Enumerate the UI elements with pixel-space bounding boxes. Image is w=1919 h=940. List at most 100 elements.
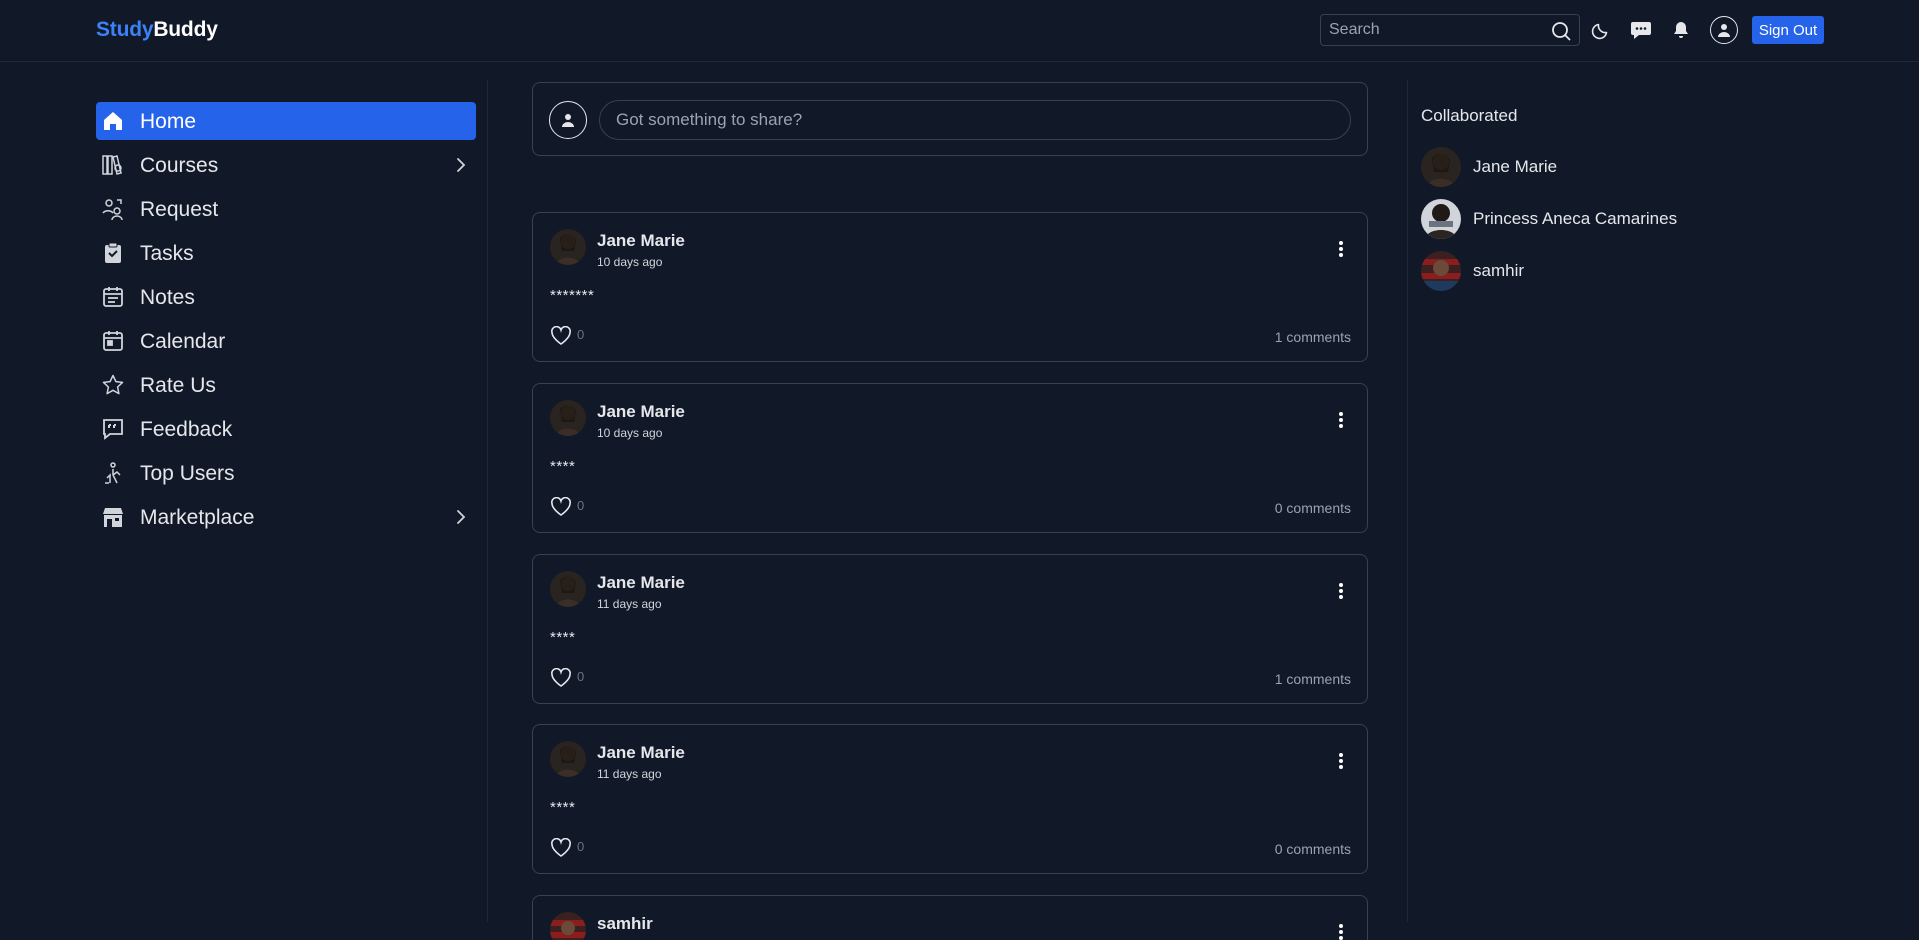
sidebar-item-top-users[interactable]: Top Users [96, 454, 476, 492]
collaborator-item[interactable]: Princess Aneca Camarines [1421, 199, 1821, 239]
heart-icon[interactable] [550, 837, 574, 858]
collaborator-item[interactable]: samhir [1421, 251, 1821, 291]
star-icon [101, 373, 125, 397]
comments-link[interactable]: 1 comments [1275, 329, 1351, 345]
post-author[interactable]: Jane Marie [597, 402, 685, 422]
sidebar-item-tasks[interactable]: Tasks [96, 234, 476, 272]
sidebar-item-label: Calendar [140, 330, 226, 353]
avatar[interactable] [550, 571, 586, 607]
sidebar-item-label: Top Users [140, 462, 235, 485]
store-icon [101, 505, 125, 529]
home-icon [101, 109, 125, 133]
like-count: 0 [577, 669, 585, 684]
sidebar-item-label: Notes [140, 286, 195, 309]
avatar [1421, 251, 1461, 291]
post-body: **** [550, 629, 576, 646]
sign-out-button[interactable]: Sign Out [1752, 16, 1824, 44]
tasks-icon [101, 241, 125, 265]
more-options-icon[interactable] [1331, 920, 1351, 940]
post-card: samhir [532, 895, 1368, 940]
post-body: **** [550, 799, 576, 816]
more-options-icon[interactable] [1331, 408, 1351, 432]
like-count: 0 [577, 498, 585, 513]
collaborated-title: Collaborated [1421, 106, 1518, 125]
sidebar-item-home[interactable]: Home [96, 102, 476, 140]
avatar[interactable] [550, 741, 586, 777]
top-users-icon [101, 461, 125, 485]
avatar [1421, 199, 1461, 239]
app-logo[interactable]: StudyBuddy [96, 18, 218, 42]
more-options-icon[interactable] [1331, 749, 1351, 773]
sidebar-item-marketplace[interactable]: Marketplace [96, 498, 476, 536]
composer-input[interactable] [599, 100, 1351, 140]
search-icon[interactable] [1551, 21, 1571, 41]
moon-icon[interactable] [1588, 17, 1614, 43]
post-author[interactable]: samhir [597, 914, 653, 934]
post-author[interactable]: Jane Marie [597, 573, 685, 593]
post-card: Jane Marie 11 days ago **** 0 0 comments [532, 724, 1368, 874]
post-timestamp: 11 days ago [597, 597, 662, 611]
chevron-right-icon[interactable] [452, 156, 470, 174]
collaborator-name: samhir [1473, 261, 1525, 280]
post-author[interactable]: Jane Marie [597, 231, 685, 251]
heart-icon[interactable] [550, 667, 574, 688]
bell-icon[interactable] [1668, 17, 1694, 43]
search-input[interactable] [1321, 15, 1541, 45]
post-card: Jane Marie 10 days ago ******* 0 1 comme… [532, 212, 1368, 362]
sidebar-item-request[interactable]: Request [96, 190, 476, 228]
post-composer [532, 82, 1368, 156]
sidebar-item-label: Marketplace [140, 506, 255, 529]
logo-part-study: Study [96, 18, 154, 41]
user-avatar-icon [549, 101, 587, 139]
sidebar-item-label: Tasks [140, 242, 194, 265]
post-author[interactable]: Jane Marie [597, 743, 685, 763]
sidebar-item-label: Home [140, 110, 197, 133]
chevron-right-icon[interactable] [452, 508, 470, 526]
courses-icon [101, 153, 125, 177]
sidebar-item-label: Feedback [140, 418, 233, 441]
post-timestamp: 10 days ago [597, 255, 663, 269]
sidebar-nav: Home Courses Request Tasks Notes Calenda… [96, 102, 476, 542]
post-body: ******* [550, 287, 595, 304]
like-count: 0 [577, 839, 585, 854]
collaborator-name: Jane Marie [1473, 157, 1558, 176]
avatar[interactable] [550, 912, 586, 940]
collaborator-name: Princess Aneca Camarines [1473, 209, 1678, 228]
sidebar-item-label: Courses [140, 154, 219, 177]
sidebar-item-rate-us[interactable]: Rate Us [96, 366, 476, 404]
user-icon[interactable] [1710, 16, 1738, 44]
calendar-icon [101, 329, 125, 353]
feedback-icon [101, 417, 125, 441]
heart-icon[interactable] [550, 325, 574, 346]
more-options-icon[interactable] [1331, 237, 1351, 261]
left-divider [487, 80, 488, 922]
comments-link[interactable]: 0 comments [1275, 500, 1351, 516]
sidebar-item-label: Rate Us [140, 374, 216, 397]
post-timestamp: 11 days ago [597, 767, 662, 781]
top-header: StudyBuddy Sign Out [0, 0, 1919, 62]
post-body: **** [550, 458, 576, 475]
comments-link[interactable]: 1 comments [1275, 671, 1351, 687]
sidebar-item-notes[interactable]: Notes [96, 278, 476, 316]
comments-link[interactable]: 0 comments [1275, 841, 1351, 857]
post-timestamp: 10 days ago [597, 426, 663, 440]
post-card: Jane Marie 11 days ago **** 0 1 comments [532, 554, 1368, 704]
avatar[interactable] [550, 400, 586, 436]
collaborator-item[interactable]: Jane Marie [1421, 147, 1821, 187]
search-box [1320, 14, 1580, 46]
more-options-icon[interactable] [1331, 579, 1351, 603]
sidebar-item-calendar[interactable]: Calendar [96, 322, 476, 360]
request-icon [101, 197, 125, 221]
logo-part-buddy: Buddy [153, 18, 218, 41]
post-card: Jane Marie 10 days ago **** 0 0 comments [532, 383, 1368, 533]
avatar [1421, 147, 1461, 187]
right-divider [1407, 80, 1408, 922]
heart-icon[interactable] [550, 496, 574, 517]
sidebar-item-courses[interactable]: Courses [96, 146, 476, 184]
avatar[interactable] [550, 229, 586, 265]
like-count: 0 [577, 327, 585, 342]
sidebar-item-feedback[interactable]: Feedback [96, 410, 476, 448]
chat-icon[interactable] [1628, 17, 1654, 43]
notes-icon [101, 285, 125, 309]
sidebar-item-label: Request [140, 198, 219, 221]
